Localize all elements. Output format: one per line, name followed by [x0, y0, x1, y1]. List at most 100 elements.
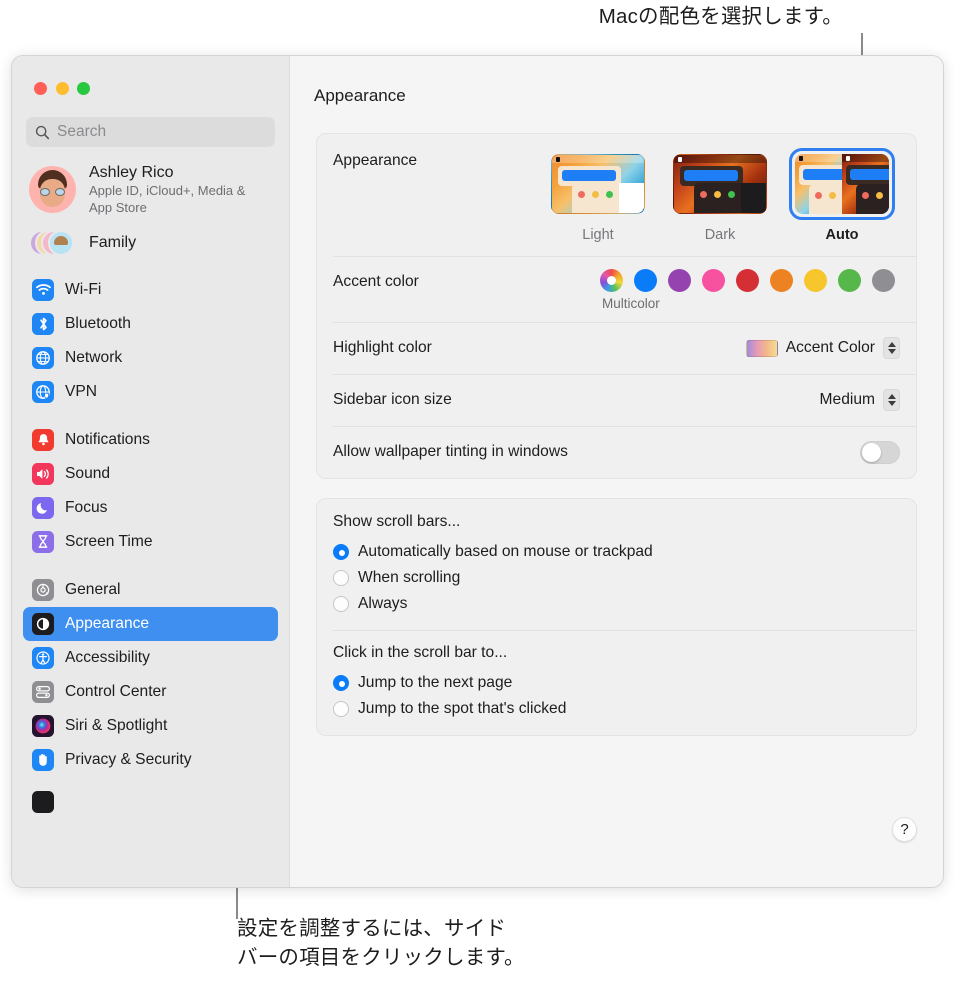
radio-jump-to-spot[interactable]: Jump to the spot that's clicked [333, 696, 900, 722]
sidebar-item-general[interactable]: General [23, 573, 278, 607]
family-row[interactable]: Family [12, 216, 289, 260]
account-subtitle: Apple ID, iCloud+, Media & App Store [89, 183, 246, 215]
radio-label: When scrolling [358, 569, 461, 586]
appearance-row-label: Appearance [333, 152, 418, 169]
annotation-top-text: Macの配色を選択します。 [598, 5, 843, 28]
accent-swatch-graphite[interactable] [872, 269, 895, 292]
window-controls [12, 56, 289, 95]
sidebar-navigation: Wi-Fi Bluetooth Network VPN Notification… [12, 273, 289, 819]
radio-scrollbar-when-scrolling[interactable]: When scrolling [333, 565, 900, 591]
family-avatars [29, 226, 76, 260]
wallpaper-tinting-label: Allow wallpaper tinting in windows [333, 443, 568, 460]
sidebar-item-partial[interactable] [23, 785, 278, 819]
sidebar-item-label: Control Center [65, 682, 167, 700]
sidebar-item-vpn[interactable]: VPN [23, 375, 278, 409]
accent-color-swatches [600, 269, 895, 292]
appearance-mode-row: Appearance Light Dark Auto [317, 134, 916, 256]
accessibility-icon [32, 646, 54, 669]
sidebar-icon-size-popup[interactable]: Medium [820, 389, 900, 411]
accent-row-label: Accent color [333, 273, 419, 290]
sidebar-group-partial [12, 785, 289, 819]
wifi-icon [32, 278, 54, 301]
scrollbar-settings-card: Show scroll bars... Automatically based … [316, 498, 917, 736]
highlight-color-popup[interactable]: Accent Color [745, 337, 900, 359]
sidebar-item-accessibility[interactable]: Accessibility [23, 641, 278, 675]
chevron-updown-icon [883, 337, 900, 359]
page-title: Appearance [314, 86, 406, 105]
accent-swatch-orange[interactable] [770, 269, 793, 292]
sidebar-icon-size-row: Sidebar icon size Medium [317, 374, 916, 426]
appearance-option-light[interactable]: Light [545, 148, 651, 243]
radio-jump-next-page[interactable]: Jump to the next page [333, 670, 900, 696]
accent-swatch-yellow[interactable] [804, 269, 827, 292]
sidebar-item-label: Sound [65, 464, 111, 482]
highlight-color-row: Highlight color Accent Color [317, 322, 916, 374]
sidebar-item-control-center[interactable]: Control Center [23, 675, 278, 709]
auto-thumbnail [795, 154, 889, 214]
desktop-icon [32, 790, 54, 813]
sidebar-item-label: Siri & Spotlight [65, 716, 168, 734]
accent-swatch-green[interactable] [838, 269, 861, 292]
radio-label: Jump to the next page [358, 674, 513, 691]
appearance-option-dark[interactable]: Dark [667, 148, 773, 243]
radio-scrollbar-automatic[interactable]: Automatically based on mouse or trackpad [333, 539, 900, 565]
accent-swatch-multicolor[interactable] [600, 269, 623, 292]
close-button[interactable] [34, 82, 47, 95]
appearance-mode-options: Light Dark Auto [545, 148, 900, 243]
appearance-icon [32, 612, 54, 635]
hourglass-icon [32, 530, 54, 553]
avatar [29, 165, 76, 213]
sidebar-icon-row-value: Medium [819, 391, 875, 408]
accent-swatch-purple[interactable] [668, 269, 691, 292]
minimize-button[interactable] [55, 82, 69, 95]
bluetooth-icon [32, 312, 54, 335]
radio-button-icon [333, 701, 349, 717]
appearance-option-auto[interactable]: Auto [789, 148, 895, 243]
gear-icon [32, 578, 54, 601]
sidebar-item-sound[interactable]: Sound [23, 457, 278, 491]
appearance-option-label: Dark [704, 227, 736, 243]
sidebar-item-label: VPN [65, 382, 98, 400]
accent-swatch-red[interactable] [736, 269, 759, 292]
maximize-button[interactable] [77, 82, 90, 95]
account-name: Ashley Rico [89, 164, 174, 181]
bell-icon [32, 428, 54, 451]
radio-label: Jump to the spot that's clicked [358, 700, 567, 717]
siri-icon [32, 714, 54, 737]
search-input[interactable]: Search [26, 117, 275, 147]
sidebar-item-notifications[interactable]: Notifications [23, 423, 278, 457]
search-placeholder: Search [57, 123, 107, 140]
radio-button-icon [333, 675, 349, 691]
account-row[interactable]: Ashley Rico Apple ID, iCloud+, Media & A… [12, 147, 289, 216]
sidebar-item-label: General [65, 580, 121, 598]
moon-icon [32, 496, 54, 519]
help-button[interactable]: ? [892, 817, 917, 842]
accent-swatch-pink[interactable] [702, 269, 725, 292]
sidebar-item-label: Appearance [65, 614, 150, 632]
radio-label: Always [358, 595, 408, 612]
sidebar-item-network[interactable]: Network [23, 341, 278, 375]
sidebar-item-wi-fi[interactable]: Wi-Fi [23, 273, 278, 307]
annotation-bottom-text: 設定を調整するには、サイド バーの項目をクリックします。 [237, 917, 525, 970]
appearance-option-label: Auto [825, 227, 859, 243]
speaker-icon [32, 462, 54, 485]
hand-icon [32, 748, 54, 771]
sidebar-item-focus[interactable]: Focus [23, 491, 278, 525]
system-settings-window: Search Ashley Rico Apple ID, iCloud+, Me… [11, 55, 944, 888]
wallpaper-tinting-toggle[interactable] [860, 440, 900, 464]
control-center-icon [32, 680, 54, 703]
sidebar-item-label: Accessibility [65, 648, 150, 666]
sidebar-item-appearance[interactable]: Appearance [23, 606, 278, 641]
scroll-bar-click-group: Click in the scroll bar to... Jump to th… [317, 630, 916, 735]
sidebar-item-label: Network [65, 348, 123, 366]
sidebar-item-label: Wi-Fi [65, 280, 102, 298]
sidebar-item-siri-spotlight[interactable]: Siri & Spotlight [23, 709, 278, 743]
radio-scrollbar-always[interactable]: Always [333, 591, 900, 617]
sidebar-item-privacy-security[interactable]: Privacy & Security [23, 743, 278, 777]
accent-swatch-blue[interactable] [634, 269, 657, 292]
globe-icon [32, 346, 54, 369]
sidebar-item-screen-time[interactable]: Screen Time [23, 525, 278, 559]
search-icon [35, 125, 50, 140]
content-pane: Appearance Appearance Light Dark Auto Ac… [290, 56, 943, 887]
sidebar-item-bluetooth[interactable]: Bluetooth [23, 307, 278, 341]
